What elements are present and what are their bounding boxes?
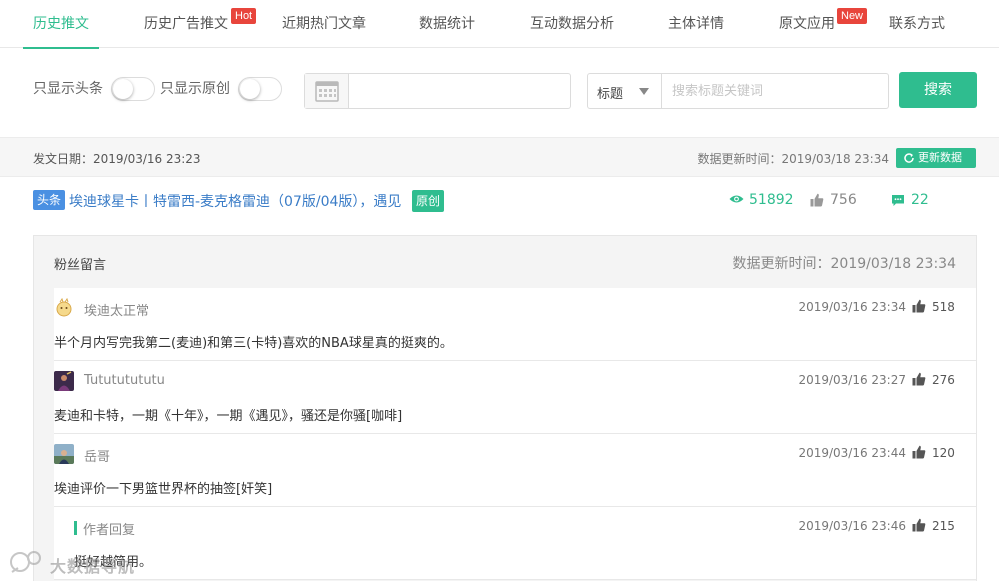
refresh-label: 更新数据 [918, 151, 962, 164]
thumbs-up-icon [912, 372, 926, 386]
switch-knob [240, 79, 260, 99]
original-only-switch[interactable] [238, 77, 282, 101]
comment-item: 埃迪太正常 2019/03/16 23:34 518 半个月内写完我第二(麦迪)… [54, 288, 976, 361]
tab-label: 联系方式 [889, 16, 945, 32]
comment-item: Tutututututu 2019/03/16 23:27 276 麦迪和卡特，… [54, 361, 976, 434]
avatar [54, 298, 74, 318]
tab-entity-details[interactable]: 主体详情 [661, 0, 731, 48]
comment-time: 2019/03/16 23:46 [798, 519, 906, 533]
hot-badge: Hot [231, 8, 257, 24]
like-count: 276 [932, 373, 955, 387]
calendar-icon-wrap [305, 74, 349, 108]
comment-username: Tutututututu [84, 373, 165, 388]
tab-label: 近期热门文章 [282, 16, 366, 32]
thumbs-up-icon [912, 299, 926, 313]
thumbs-up-icon [810, 193, 824, 207]
caret-down-icon [639, 88, 649, 95]
refresh-data-button[interactable]: 更新数据 [896, 148, 976, 168]
avatar [54, 444, 74, 464]
tab-label: 数据统计 [419, 16, 475, 32]
tab-original-app[interactable]: 原文应用 [772, 0, 842, 48]
like-count: 215 [932, 519, 955, 533]
avatar [54, 371, 74, 391]
calendar-icon [315, 81, 339, 102]
comments-count: 22 [911, 192, 929, 208]
likes-count: 756 [830, 192, 857, 208]
comment-time: 2019/03/16 23:34 [798, 300, 906, 314]
watermark-text: 大数据导航 [50, 557, 136, 576]
comment-text: 麦迪和卡特，一期《十年》，一期《遇见》，骚还是你骚[咖啡] [54, 409, 403, 424]
headline-only-label: 只显示头条 [33, 81, 103, 97]
tab-label: 历史推文 [33, 16, 89, 32]
tab-history-posts[interactable]: 历史推文 [23, 0, 99, 49]
comment-text: 半个月内写完我第二(麦迪)和第三(卡特)喜欢的NBA球星真的挺爽的。 [54, 336, 453, 351]
watermark: 大数据导航 [8, 548, 138, 578]
filter-bar: 只显示头条 只显示原创 标题 搜索 [0, 49, 999, 137]
tab-label: 互动数据分析 [530, 16, 614, 32]
article-title-link[interactable]: 埃迪球星卡丨特雷西-麦克格雷迪（07版/04版），遇见 [69, 191, 401, 211]
switch-knob [113, 79, 133, 99]
article-row: 头条 埃迪球星卡丨特雷西-麦克格雷迪（07版/04版），遇见 原创 51892 … [0, 177, 999, 233]
comment-like[interactable]: 518 [912, 299, 956, 315]
comment-time: 2019/03/16 23:27 [798, 373, 906, 387]
watermark-logo-icon [10, 551, 41, 573]
original-badge: 原创 [412, 190, 445, 212]
article-info-bar: 发文日期：2019/03/16 23:23 数据更新时间：2019/03/18 … [0, 137, 999, 177]
tab-bar: 历史推文 历史广告推文 Hot 近期热门文章 数据统计 互动数据分析 主体详情 … [0, 0, 999, 49]
comment-like[interactable]: 120 [912, 445, 956, 461]
refresh-icon [904, 153, 914, 163]
data-update-time: 数据更新时间：2019/03/18 23:34 [697, 152, 889, 166]
headline-badge: 头条 [33, 190, 66, 210]
reply-indicator [74, 521, 77, 535]
views-count: 51892 [749, 192, 794, 208]
comment-username: 埃迪太正常 [84, 304, 150, 319]
author-reply-item: 作者回复 2019/03/16 23:46 215 挺好越简用。 [54, 507, 976, 580]
comment-text: 埃迪评价一下男篮世界杯的抽签[奸笑] [54, 482, 273, 497]
search-button[interactable]: 搜索 [899, 72, 977, 108]
tab-recent-hot-articles[interactable]: 近期热门文章 [276, 0, 372, 48]
like-count: 518 [932, 300, 955, 314]
tab-history-ad-posts[interactable]: 历史广告推文 [138, 0, 234, 48]
new-badge: New [837, 8, 868, 24]
author-reply-label: 作者回复 [83, 523, 136, 538]
tab-interaction-analysis[interactable]: 互动数据分析 [524, 0, 620, 48]
thumbs-up-icon [912, 445, 926, 459]
comment-icon [892, 195, 904, 206]
date-picker[interactable] [304, 73, 571, 109]
tab-label: 原文应用 [779, 16, 835, 32]
select-value: 标题 [597, 87, 624, 102]
comment-time: 2019/03/16 23:44 [798, 446, 906, 460]
tab-label: 主体详情 [668, 16, 724, 32]
eye-icon [729, 195, 744, 203]
comment-like[interactable]: 215 [912, 518, 956, 534]
comment-like[interactable]: 276 [912, 372, 956, 388]
original-only-label: 只显示原创 [160, 81, 230, 97]
tab-label: 历史广告推文 [144, 16, 228, 32]
headline-only-switch[interactable] [111, 77, 155, 101]
search-input[interactable] [661, 73, 889, 109]
panel-update-time: 数据更新时间：2019/03/18 23:34 [732, 256, 957, 272]
search-field-select[interactable]: 标题 [587, 73, 662, 109]
panel-header: 粉丝留言 数据更新时间：2019/03/18 23:34 [34, 236, 976, 288]
panel-title: 粉丝留言 [54, 258, 107, 273]
like-count: 120 [932, 446, 955, 460]
tab-data-stats[interactable]: 数据统计 [412, 0, 482, 48]
tab-contact[interactable]: 联系方式 [882, 0, 952, 48]
post-date: 发文日期：2019/03/16 23:23 [33, 152, 201, 166]
comment-item: 岳哥 2019/03/16 23:44 120 埃迪评价一下男篮世界杯的抽签[奸… [54, 434, 976, 507]
thumbs-up-icon [912, 518, 926, 532]
fan-comments-panel: 粉丝留言 数据更新时间：2019/03/18 23:34 埃迪太正常 2019/… [33, 235, 977, 581]
comment-username: 岳哥 [84, 450, 111, 465]
